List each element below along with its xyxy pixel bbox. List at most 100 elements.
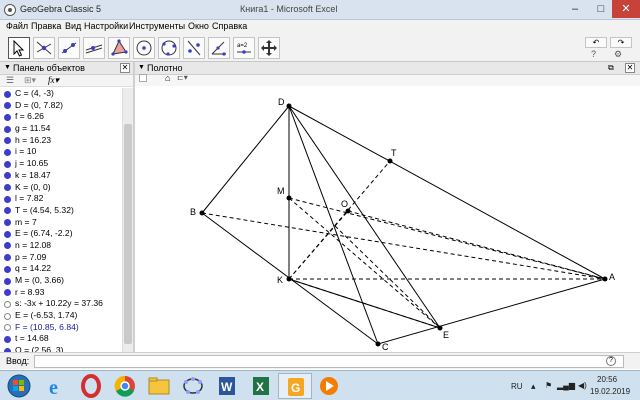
visibility-toggle-icon[interactable]	[4, 102, 11, 110]
menu-window[interactable]: Окно	[188, 21, 209, 31]
algebra-row[interactable]: F = (10.85, 6.84)	[0, 322, 122, 334]
notifications-arrow-icon[interactable]: ▴	[531, 381, 536, 392]
collapse-triangle-icon[interactable]: ▼	[4, 64, 11, 71]
edge-CA[interactable]	[377, 278, 606, 345]
point-B[interactable]	[199, 210, 205, 216]
visibility-toggle-icon[interactable]	[4, 265, 11, 273]
slider-tool-button[interactable]: a=2	[233, 37, 255, 59]
settings-icon[interactable]: ⚙	[614, 49, 622, 60]
visibility-toggle-icon[interactable]	[4, 125, 11, 133]
visibility-toggle-icon[interactable]	[4, 324, 11, 332]
help-icon[interactable]: ?	[591, 49, 596, 59]
algebra-row[interactable]: E = (6.74, -2.2)	[0, 228, 122, 240]
menu-help[interactable]: Справка	[212, 21, 247, 31]
algebra-row[interactable]: l = 7.82	[0, 193, 122, 205]
menu-tools[interactable]: Инструменты	[129, 21, 185, 31]
edge-DC[interactable]	[288, 105, 379, 345]
algebra-row[interactable]: E = (-6.53, 1.74)	[0, 310, 122, 322]
dashed-KO-extension[interactable]	[288, 210, 349, 280]
visibility-toggle-icon[interactable]	[4, 113, 11, 121]
dashed-MO-line[interactable]	[334, 225, 441, 329]
dashed-MA[interactable]	[288, 197, 606, 280]
algebra-row[interactable]: n = 12.08	[0, 240, 122, 252]
redo-button[interactable]: ↷	[610, 37, 632, 48]
geogebra-classic-icon[interactable]: G	[278, 373, 312, 399]
algebra-row[interactable]: O = (2.56, 3)	[0, 345, 122, 352]
algebra-row[interactable]: r = 8.93	[0, 287, 122, 299]
algebra-row[interactable]: h = 16.23	[0, 135, 122, 147]
menu-settings[interactable]: Настройки	[84, 21, 128, 31]
algebra-row[interactable]: T = (4.54, 5.32)	[0, 205, 122, 217]
input-field[interactable]	[34, 355, 624, 368]
visibility-toggle-icon[interactable]	[4, 207, 11, 215]
algebra-row[interactable]: C = (4, -3)	[0, 88, 122, 100]
scrollbar-thumb[interactable]	[124, 124, 132, 344]
algebra-row[interactable]: f = 6.26	[0, 111, 122, 123]
visibility-toggle-icon[interactable]	[4, 312, 11, 320]
angle-tool-button[interactable]	[183, 37, 205, 59]
visibility-toggle-icon[interactable]	[4, 230, 11, 238]
toggle-stylebar-icon[interactable]	[139, 74, 147, 82]
graphics-canvas[interactable]: D T M O B K A E C	[135, 86, 640, 352]
graphics-collapse-triangle-icon[interactable]: ▼	[138, 64, 145, 71]
point-O[interactable]	[345, 208, 351, 214]
visibility-toggle-icon[interactable]	[4, 137, 11, 145]
perpendicular-tool-button[interactable]	[83, 37, 105, 59]
close-button[interactable]: ✕	[612, 0, 640, 18]
visibility-toggle-icon[interactable]	[4, 219, 11, 227]
opera-icon[interactable]	[74, 373, 108, 399]
media-player-icon[interactable]	[312, 373, 346, 399]
visibility-toggle-icon[interactable]	[4, 289, 11, 297]
network-icon[interactable]: ▂▄▆	[557, 381, 575, 390]
reflect-tool-button[interactable]	[208, 37, 230, 59]
clock-time[interactable]: 20:56	[597, 375, 617, 384]
polygon-tool-button[interactable]	[108, 37, 130, 59]
move-tool-button[interactable]	[8, 37, 30, 59]
algebra-row[interactable]: g = 11.54	[0, 123, 122, 135]
auxiliary-objects-icon[interactable]: ⊞▾	[24, 75, 36, 86]
algebra-scrollbar[interactable]	[122, 88, 133, 352]
undock-icon[interactable]: ⧉	[608, 63, 614, 73]
algebra-row[interactable]: K = (0, 0)	[0, 182, 122, 194]
flag-icon[interactable]: ⚑	[545, 381, 552, 390]
home-icon[interactable]: ⌂	[165, 73, 170, 83]
visibility-toggle-icon[interactable]	[4, 335, 11, 343]
algebra-row[interactable]: m = 7	[0, 217, 122, 229]
volume-icon[interactable]: ◀)	[578, 381, 587, 390]
menu-edit[interactable]: Правка	[31, 21, 61, 31]
visibility-toggle-icon[interactable]	[4, 172, 11, 180]
point-A[interactable]	[602, 276, 608, 282]
undo-button[interactable]: ↶	[585, 37, 607, 48]
file-explorer-icon[interactable]	[142, 373, 176, 399]
algebra-row[interactable]: D = (0, 7.82)	[0, 100, 122, 112]
dashed-OE[interactable]	[347, 210, 606, 280]
geometry-figure[interactable]: D T M O B K A E C	[135, 86, 640, 352]
word-icon[interactable]: W	[210, 373, 244, 399]
algebra-row[interactable]: k = 18.47	[0, 170, 122, 182]
language-indicator[interactable]: RU	[511, 382, 523, 391]
algebra-row[interactable]: j = 10.65	[0, 158, 122, 170]
visibility-toggle-icon[interactable]	[4, 300, 11, 308]
edge-DB[interactable]	[201, 105, 290, 214]
point-D[interactable]	[286, 103, 292, 109]
conic-tool-button[interactable]	[158, 37, 180, 59]
point-M[interactable]	[286, 195, 292, 201]
move-view-tool-button[interactable]	[258, 37, 280, 59]
algebra-row[interactable]: q = 14.22	[0, 263, 122, 275]
close-graphics-view-button[interactable]: ✕	[625, 63, 635, 73]
algebra-row[interactable]: p = 7.09	[0, 252, 122, 264]
algebra-row[interactable]: M = (0, 3.66)	[0, 275, 122, 287]
input-help-icon[interactable]: ?	[606, 356, 616, 366]
visibility-toggle-icon[interactable]	[4, 254, 11, 262]
geogebra-icon[interactable]	[176, 373, 210, 399]
point-C[interactable]	[375, 341, 381, 347]
function-input-icon[interactable]: fx▾	[48, 75, 59, 86]
algebra-row[interactable]: s: -3x + 10.22y = 37.36	[0, 298, 122, 310]
visibility-toggle-icon[interactable]	[4, 148, 11, 156]
view-menu-icon[interactable]: ⊏▾	[177, 73, 188, 82]
visibility-toggle-icon[interactable]	[4, 195, 11, 203]
sort-menu-icon[interactable]: ☰	[6, 75, 14, 86]
maximize-button[interactable]: □	[588, 0, 614, 18]
menu-file[interactable]: Файл	[6, 21, 28, 31]
minimize-button[interactable]: –	[562, 0, 588, 18]
